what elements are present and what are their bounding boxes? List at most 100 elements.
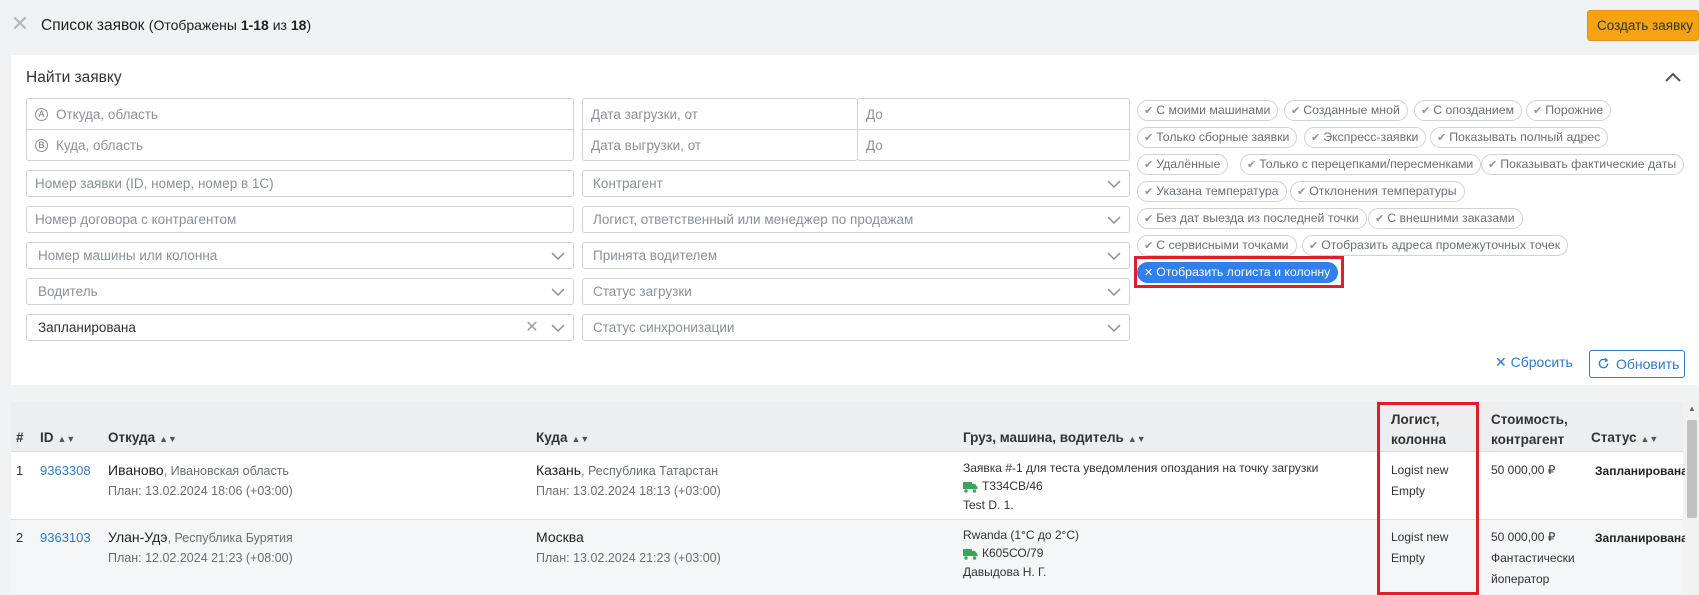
- vehicle-select[interactable]: Номер машины или колонна: [26, 242, 574, 269]
- chip-label: Показывать фактические даты: [1500, 157, 1677, 171]
- create-order-button[interactable]: Создать заявку: [1587, 10, 1699, 41]
- order-id-link[interactable]: 9363103: [40, 530, 91, 545]
- chip-late[interactable]: ✔ С опозданием: [1414, 100, 1523, 121]
- load-status-placeholder: Статус загрузки: [593, 284, 692, 299]
- chevron-up-icon[interactable]: [1664, 70, 1682, 84]
- chip-label: Созданные мной: [1303, 103, 1400, 117]
- chip-label: Отклонения температуры: [1309, 184, 1457, 198]
- to-region-input[interactable]: B Куда, область: [26, 129, 574, 161]
- count-range: 1-18: [240, 17, 269, 33]
- reset-label: Сбросить: [1510, 354, 1573, 370]
- chip-actual-dates[interactable]: ✔ Показывать фактические даты: [1481, 154, 1685, 175]
- counterparty-line2[interactable]: йоператор: [1491, 572, 1549, 586]
- chip-label: Отобразить адреса промежуточных точек: [1321, 238, 1561, 252]
- clear-icon[interactable]: ✕: [525, 319, 539, 336]
- check-icon: ✔: [1297, 186, 1307, 198]
- chevron-down-icon: [551, 323, 565, 332]
- sort-icon: ▲▼: [57, 434, 76, 444]
- load-status-select[interactable]: Статус загрузки: [582, 278, 1130, 305]
- chip-trailer-swaps[interactable]: ✔ Только с перецепками/пересменками: [1240, 154, 1482, 175]
- driver-select[interactable]: Водитель: [26, 278, 574, 305]
- close-icon: ✕: [1495, 354, 1507, 370]
- header-cost: Стоимость, контрагент: [1491, 410, 1568, 450]
- chip-label: С внешними заказами: [1387, 211, 1515, 225]
- sync-status-select[interactable]: Статус синхронизации: [582, 314, 1130, 341]
- to-plan: План: 13.02.2024 21:23 (+03:00): [536, 551, 721, 565]
- from-placeholder: Откуда, область: [56, 106, 158, 122]
- check-icon: ✔: [1311, 132, 1321, 144]
- from-city: Иваново: [108, 462, 164, 478]
- cost-value: 50 000,00 ₽: [1491, 463, 1556, 477]
- logist-select[interactable]: Логист, ответственный или менеджер по пр…: [582, 206, 1130, 233]
- close-icon[interactable]: ✕: [8, 12, 32, 36]
- from-plan: План: 12.02.2024 21:23 (+08:00): [108, 551, 293, 565]
- chip-show-logist-column[interactable]: ✕ Отобразить логиста и колонну: [1137, 262, 1339, 283]
- accepted-by-driver-select[interactable]: Принята водителем: [582, 242, 1130, 269]
- header-from[interactable]: Откуда ▲▼: [108, 430, 177, 445]
- chip-express[interactable]: ✔ Экспресс-заявки: [1304, 127, 1427, 148]
- column-name: Empty: [1391, 484, 1426, 498]
- load-date-from-input[interactable]: Дата загрузки, от: [582, 98, 858, 130]
- chip-external-orders[interactable]: ✔ С внешними заказами: [1368, 208, 1523, 229]
- unload-date-to-placeholder: До: [866, 137, 883, 153]
- logist-placeholder: Логист, ответственный или менеджер по пр…: [593, 212, 914, 227]
- scroll-up-arrow[interactable]: ▲: [1686, 404, 1698, 414]
- header-status[interactable]: Статус ▲▼: [1591, 430, 1658, 445]
- contract-number-placeholder: Номер договора с контрагентом: [35, 212, 237, 227]
- chip-service-points[interactable]: ✔ С сервисными точками: [1137, 235, 1297, 256]
- to-placeholder: Куда, область: [56, 137, 144, 153]
- header-from-label: Откуда: [108, 430, 156, 445]
- header-cargo[interactable]: Груз, машина, водитель ▲▼: [963, 430, 1146, 445]
- chip-label: С сервисными точками: [1156, 238, 1289, 252]
- check-icon: ✔: [1309, 240, 1319, 252]
- vehicle-placeholder: Номер машины или колонна: [38, 248, 218, 263]
- to-location: Казань, Республика Татарстан: [536, 462, 718, 478]
- chip-deleted[interactable]: ✔ Удалённые: [1137, 154, 1229, 175]
- chip-consolidated-only[interactable]: ✔ Только сборные заявки: [1137, 127, 1298, 148]
- check-icon: ✔: [1144, 213, 1154, 225]
- truck-icon: [963, 481, 978, 493]
- chip-label: Только с перецепками/пересменками: [1259, 157, 1474, 171]
- chip-created-by-me[interactable]: ✔ Созданные мной: [1284, 100, 1408, 121]
- status-select[interactable]: Запланирована ✕: [26, 314, 574, 341]
- count-prefix: (Отображены: [148, 17, 241, 33]
- header-logist: Логист, колонна: [1391, 410, 1446, 450]
- counterparty-select[interactable]: Контрагент: [582, 170, 1130, 197]
- unload-date-from-placeholder: Дата выгрузки, от: [591, 137, 702, 153]
- refresh-icon: [1598, 357, 1609, 369]
- load-date-from-placeholder: Дата загрузки, от: [591, 106, 698, 122]
- reset-button[interactable]: ✕ Сбросить: [1495, 354, 1573, 371]
- column-name: Empty: [1391, 551, 1426, 565]
- order-number-input[interactable]: Номер заявки (ID, номер, номер в 1С): [26, 170, 574, 197]
- refresh-button[interactable]: Обновить: [1589, 350, 1685, 378]
- point-a-icon: A: [35, 107, 48, 121]
- chip-label: Экспресс-заявки: [1323, 130, 1419, 144]
- from-region-input[interactable]: A Откуда, область: [26, 98, 574, 130]
- chevron-down-icon: [1107, 251, 1121, 260]
- unload-date-to-input[interactable]: До: [857, 129, 1130, 161]
- counterparty-line1[interactable]: Фантастически: [1491, 551, 1575, 565]
- load-date-to-input[interactable]: До: [857, 98, 1130, 130]
- order-id-link[interactable]: 9363308: [40, 463, 91, 478]
- chip-label: Показывать полный адрес: [1449, 130, 1601, 144]
- chip-temperature[interactable]: ✔ Указана температура: [1137, 181, 1287, 202]
- to-plan: План: 13.02.2024 18:13 (+03:00): [536, 484, 721, 498]
- scrollbar-thumb[interactable]: [1687, 420, 1697, 518]
- header-cost-line2: контрагент: [1491, 432, 1565, 447]
- check-icon: ✔: [1421, 105, 1431, 117]
- header-id[interactable]: ID ▲▼: [40, 430, 75, 445]
- chip-intermediate-addresses[interactable]: ✔ Отобразить адреса промежуточных точек: [1302, 235, 1569, 256]
- chip-my-vehicles[interactable]: ✔ С моими машинами: [1137, 100, 1279, 121]
- contract-number-input[interactable]: Номер договора с контрагентом: [26, 206, 574, 233]
- unload-date-from-input[interactable]: Дата выгрузки, от: [582, 129, 858, 161]
- chip-full-address[interactable]: ✔ Показывать полный адрес: [1430, 127, 1609, 148]
- header-to[interactable]: Куда ▲▼: [536, 430, 589, 445]
- check-icon: ✔: [1144, 105, 1154, 117]
- title-text: Список заявок: [41, 17, 145, 34]
- header-cargo-label: Груз, машина, водитель: [963, 430, 1124, 445]
- accepted-by-driver-placeholder: Принята водителем: [593, 248, 718, 263]
- chip-no-departure-dates[interactable]: ✔ Без дат выезда из последней точки: [1137, 208, 1367, 229]
- chip-empty-runs[interactable]: ✔ Порожние: [1526, 100, 1612, 121]
- chip-temperature-deviation[interactable]: ✔ Отклонения температуры: [1290, 181, 1465, 202]
- from-location: Иваново, Ивановская область: [108, 462, 289, 478]
